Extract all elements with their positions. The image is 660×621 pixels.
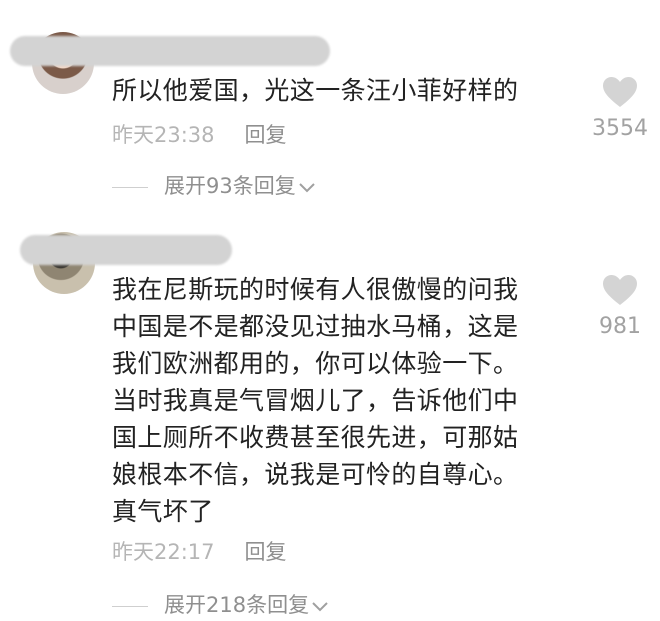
chevron-down-icon [311,594,329,618]
comment-meta: 昨天23:38 回复 [112,119,287,149]
heart-icon [560,274,660,306]
expand-replies-button[interactable]: 展开218条回复 [112,589,329,619]
divider-line [112,186,148,188]
expand-replies-label: 展开93条回复 [164,174,296,198]
divider-line [112,605,148,607]
like-count: 981 [599,314,641,339]
like-button[interactable]: 3554 [560,76,660,141]
heart-icon [560,76,660,108]
reply-button[interactable]: 回复 [245,540,287,564]
comment-text: 所以他爱国，光这一条汪小菲好样的 [112,76,519,105]
like-button[interactable]: 981 [560,274,660,339]
reply-button[interactable]: 回复 [245,123,287,147]
username-redacted [10,36,330,66]
comment-time: 昨天22:17 [112,540,215,564]
chevron-down-icon [298,175,316,199]
comment-time: 昨天23:38 [112,123,215,147]
username-redacted [20,235,232,265]
comment-meta: 昨天22:17 回复 [112,536,287,566]
comment-text: 我在尼斯玩的时候有人很傲慢的问我 中国是不是都没见过抽水马桶，这是 我们欧洲都用… [112,275,519,526]
expand-replies-label: 展开218条回复 [164,593,310,617]
expand-replies-button[interactable]: 展开93条回复 [112,170,316,200]
like-count: 3554 [592,116,648,141]
